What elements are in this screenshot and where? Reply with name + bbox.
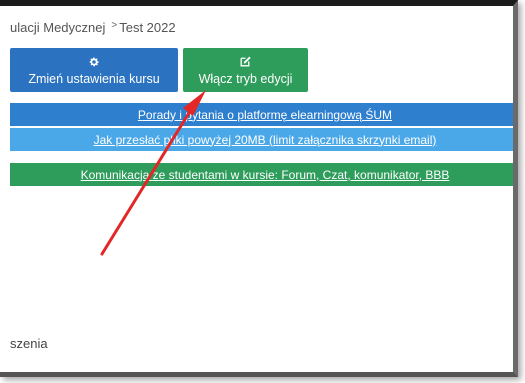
course-toolbar: Zmień ustawienia kursu Włącz tryb edycji bbox=[10, 48, 308, 92]
change-course-settings-label: Zmień ustawienia kursu bbox=[28, 71, 160, 86]
banner-student-communication[interactable]: Komunikacja ze studentami w kursie: Foru… bbox=[10, 163, 513, 186]
banner-large-files[interactable]: Jak przesłać pliki powyżej 20MB (limit z… bbox=[10, 128, 513, 151]
banner-elearning-tips[interactable]: Porady i pytania o platformę elearningow… bbox=[10, 103, 513, 126]
edit-icon bbox=[239, 55, 252, 69]
screenshot-frame: ulacji Medycznej > Test 2022 Zmień ustawie… bbox=[0, 0, 518, 377]
caret-right-icon: > bbox=[111, 20, 118, 31]
gear-icon bbox=[88, 55, 100, 69]
breadcrumb-item-course[interactable]: Test 2022 bbox=[119, 20, 175, 35]
breadcrumb: ulacji Medycznej > Test 2022 bbox=[10, 20, 176, 35]
banner-elearning-tips-link[interactable]: Porady i pytania o platformę elearningow… bbox=[138, 108, 392, 122]
breadcrumb-item-course-category[interactable]: ulacji Medycznej bbox=[10, 20, 105, 35]
banner-large-files-link[interactable]: Jak przesłać pliki powyżej 20MB (limit z… bbox=[94, 133, 437, 147]
enable-edit-mode-label: Włącz tryb edycji bbox=[198, 71, 293, 86]
enable-edit-mode-button[interactable]: Włącz tryb edycji bbox=[183, 48, 308, 92]
change-course-settings-button[interactable]: Zmień ustawienia kursu bbox=[10, 48, 178, 92]
section-text: szenia bbox=[10, 336, 48, 351]
banner-student-communication-link[interactable]: Komunikacja ze studentami w kursie: Foru… bbox=[81, 168, 450, 182]
